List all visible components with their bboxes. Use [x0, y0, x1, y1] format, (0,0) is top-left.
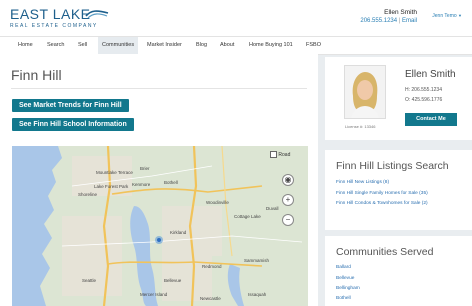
nav-fsbo[interactable]: FSBO: [306, 37, 321, 54]
locate-icon[interactable]: ◉: [282, 174, 294, 186]
title-divider: [11, 88, 307, 89]
agent-photo: [344, 65, 386, 119]
nav-blog[interactable]: Blog: [196, 37, 207, 54]
map-place-label: Lake Forest Park: [94, 184, 129, 189]
contact-me-button[interactable]: Contact Me: [405, 113, 457, 126]
agent-phone[interactable]: 206.555.1234: [360, 18, 397, 24]
community-link[interactable]: Ballard: [336, 265, 351, 270]
map-place-label: Cottage Lake: [234, 214, 261, 219]
agent-license: License #: 13346: [345, 124, 376, 129]
nav-search[interactable]: Search: [47, 37, 64, 54]
map-place-label: Duvall: [266, 206, 279, 211]
communities-card: Communities Served Ballard Bellevue Bell…: [325, 236, 472, 306]
map-drawing: [12, 146, 303, 306]
agent-office-phone: O: 425.596.1776: [405, 97, 443, 103]
agent-card: License #: 13346 Ellen Smith H: 206.555.…: [325, 57, 472, 140]
map-place-label: Kenmore: [132, 182, 151, 187]
logo-tagline: REAL ESTATE COMPANY: [10, 23, 98, 29]
listing-link[interactable]: Finn Hill Condos & Townhomes for Sale (2…: [336, 201, 428, 206]
user-menu[interactable]: Jenn Temo ▼: [432, 13, 462, 19]
zoom-out-icon[interactable]: −: [282, 214, 294, 226]
road-toggle[interactable]: Road: [270, 151, 290, 158]
road-label: Road: [278, 151, 291, 158]
map-place-label: Newcastle: [200, 296, 221, 301]
map-place-label: Mountlake Terrace: [96, 170, 133, 175]
map-place-label: Bellevue: [164, 278, 182, 283]
logo[interactable]: EAST LAKE REAL ESTATE COMPANY: [10, 7, 109, 29]
map-place-label: Mercer Island: [140, 292, 168, 297]
map-place-label: Brier: [140, 166, 150, 171]
school-info-button[interactable]: See Finn Hill School Information: [12, 118, 134, 131]
map-place-label: Shoreline: [78, 192, 98, 197]
nav-home[interactable]: Home: [18, 37, 33, 54]
map-place-label: Kirkland: [170, 230, 187, 235]
listing-link[interactable]: Finn Hill Single Family Homes for Sale (…: [336, 191, 428, 196]
map-place-label: Bothell: [164, 180, 178, 185]
checkbox-icon: [270, 151, 277, 158]
map-place-label: Woodinville: [206, 200, 229, 205]
site-header: EAST LAKE REAL ESTATE COMPANY Ellen Smit…: [0, 0, 472, 36]
main-content: Finn Hill See Market Trends for Finn Hil…: [0, 54, 318, 306]
main-nav: Home Search Sell Communities Market Insi…: [0, 36, 472, 55]
nav-about[interactable]: About: [220, 37, 234, 54]
communities-title: Communities Served: [336, 246, 434, 258]
market-trends-button[interactable]: See Market Trends for Finn Hill: [12, 99, 129, 112]
nav-home-buying[interactable]: Home Buying 101: [249, 37, 293, 54]
user-name: Jenn Temo: [432, 13, 457, 19]
listings-search-card: Finn Hill Listings Search Finn Hill New …: [325, 150, 472, 230]
chevron-down-icon: ▼: [458, 13, 462, 18]
listings-title: Finn Hill Listings Search: [336, 160, 449, 172]
agent-home-phone: H: 206.555.1234: [405, 87, 442, 93]
map-place-label: Sammamish: [244, 258, 270, 263]
community-link[interactable]: Bellevue: [336, 276, 354, 281]
community-link[interactable]: Bellingham: [336, 286, 360, 291]
agent-email-link[interactable]: Email: [402, 18, 417, 24]
nav-market-insider[interactable]: Market Insider: [147, 37, 182, 54]
nav-communities[interactable]: Communities: [98, 37, 139, 54]
listing-link[interactable]: Finn Hill New Listings (8): [336, 180, 389, 185]
nav-sell[interactable]: Sell: [78, 37, 87, 54]
agent-header-info: Ellen Smith 206.555.1234 | Email: [360, 9, 417, 24]
zoom-in-icon[interactable]: +: [282, 194, 294, 206]
map-place-label: Redmond: [202, 264, 222, 269]
community-link[interactable]: Bothell: [336, 296, 351, 301]
map-place-label: Seattle: [82, 278, 97, 283]
map-place-label: Issaquah: [248, 292, 267, 297]
agent-name: Ellen Smith: [384, 9, 417, 16]
area-map[interactable]: Mountlake Terrace Brier Shoreline Lake F…: [12, 146, 308, 306]
sidebar-agent-name: Ellen Smith: [405, 69, 456, 80]
logo-wave-icon: [85, 10, 109, 19]
page-title: Finn Hill: [11, 67, 62, 83]
